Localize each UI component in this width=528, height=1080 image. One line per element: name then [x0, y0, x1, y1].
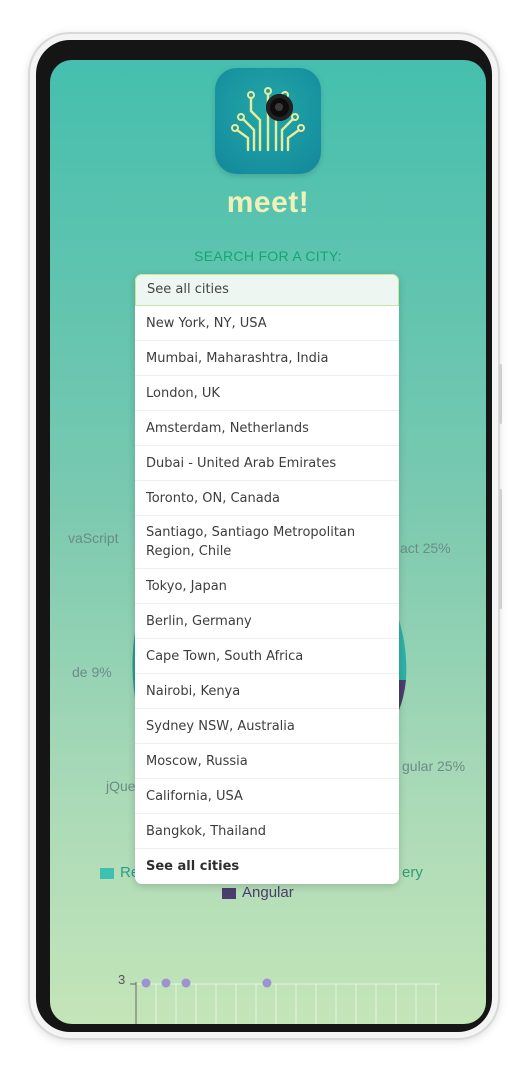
city-search-input[interactable]: See all cities: [135, 274, 399, 306]
suggestion-item[interactable]: New York, NY, USA: [135, 306, 399, 341]
chart-label-jquery: jQue: [106, 778, 136, 794]
city-search-dropdown: See all cities New York, NY, USA Mumbai,…: [135, 274, 399, 884]
suggestion-item[interactable]: Amsterdam, Netherlands: [135, 411, 399, 446]
suggestion-item[interactable]: London, UK: [135, 376, 399, 411]
suggestion-item[interactable]: Moscow, Russia: [135, 744, 399, 779]
suggestion-item[interactable]: Tokyo, Japan: [135, 569, 399, 604]
suggestion-item[interactable]: Sydney NSW, Australia: [135, 709, 399, 744]
scatter-point: [141, 978, 151, 988]
scatter-chart: [130, 978, 440, 1024]
suggestion-item[interactable]: California, USA: [135, 779, 399, 814]
search-label: SEARCH FOR A CITY:: [194, 248, 342, 264]
volume-button: [499, 364, 502, 424]
front-camera: [266, 94, 293, 121]
scatter-point: [181, 978, 191, 988]
legend-label-jquery: ery: [402, 864, 423, 881]
app-logo: [215, 68, 321, 174]
phone-bezel: meet! SEARCH FOR A CITY: vaScript act 25…: [36, 40, 492, 1032]
suggestion-item[interactable]: Mumbai, Maharashtra, India: [135, 341, 399, 376]
pie-slice-edge-right: [399, 620, 407, 710]
legend-swatch-react: [100, 868, 114, 879]
suggestion-item[interactable]: Dubai - United Arab Emirates: [135, 446, 399, 481]
see-all-cities-item[interactable]: See all cities: [135, 849, 399, 884]
scatter-point: [262, 978, 272, 988]
phone-frame: meet! SEARCH FOR A CITY: vaScript act 25…: [30, 34, 502, 1038]
power-button: [499, 489, 502, 609]
suggestion-item[interactable]: Toronto, ON, Canada: [135, 481, 399, 516]
suggestion-item[interactable]: Berlin, Germany: [135, 604, 399, 639]
chart-label-node: de 9%: [72, 664, 112, 680]
chart-label-javascript: vaScript: [68, 530, 119, 546]
circuit-icon: [231, 87, 305, 152]
chart-label-angular: gular 25%: [402, 758, 466, 774]
suggestion-item[interactable]: Santiago, Santiago Metropolitan Region, …: [135, 516, 399, 569]
legend-label-angular: Angular: [242, 884, 294, 901]
app-screen: meet! SEARCH FOR A CITY: vaScript act 25…: [50, 60, 486, 1024]
suggestion-item[interactable]: Nairobi, Kenya: [135, 674, 399, 709]
suggestion-item[interactable]: Bangkok, Thailand: [135, 814, 399, 849]
scatter-point: [161, 978, 171, 988]
suggestion-item[interactable]: Cape Town, South Africa: [135, 639, 399, 674]
chart-label-react: act 25%: [400, 540, 451, 556]
app-title: meet!: [226, 186, 310, 219]
legend-swatch-angular: [222, 888, 236, 899]
